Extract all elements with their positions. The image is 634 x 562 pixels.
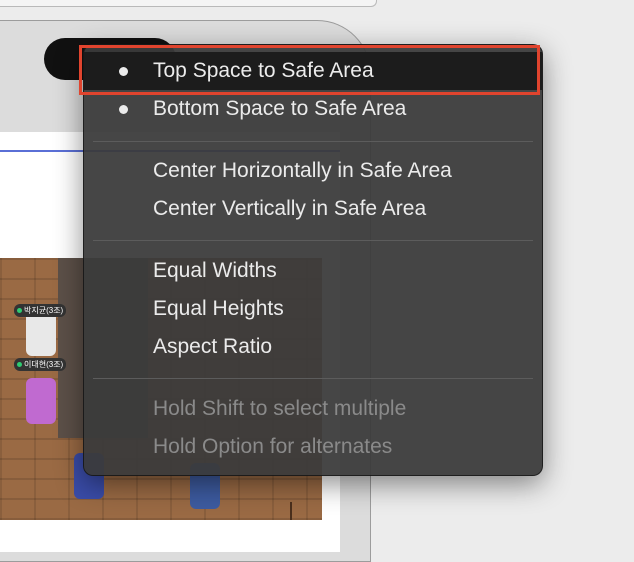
- bullet-icon: [119, 105, 128, 114]
- avatar-name-tag: 박지균(3조): [14, 304, 67, 317]
- menu-separator: [93, 240, 533, 241]
- highlight-annotation-box: [79, 45, 540, 95]
- online-status-icon: [17, 308, 22, 313]
- avatar-character: [26, 378, 56, 424]
- menu-item-equal-heights[interactable]: Equal Heights: [84, 290, 542, 328]
- menu-item-bottom-space-to-safe-area[interactable]: Bottom Space to Safe Area: [84, 90, 542, 128]
- menu-separator: [93, 141, 533, 142]
- scene-divider: [290, 502, 292, 520]
- menu-item-center-horizontally[interactable]: Center Horizontally in Safe Area: [84, 152, 542, 190]
- avatar-name-tag: 이대현(3조): [14, 358, 67, 371]
- online-status-icon: [17, 362, 22, 367]
- constraints-context-menu: Top Space to Safe Area Bottom Space to S…: [83, 44, 543, 476]
- menu-item-aspect-ratio[interactable]: Aspect Ratio: [84, 328, 542, 366]
- menu-hint-hold-shift: Hold Shift to select multiple: [153, 397, 407, 420]
- menu-item-center-vertically[interactable]: Center Vertically in Safe Area: [84, 190, 542, 228]
- menu-hint-hold-option: Hold Option for alternates: [153, 435, 393, 458]
- menu-separator: [93, 378, 533, 379]
- canvas-top-strip: [0, 0, 377, 7]
- menu-item-equal-widths[interactable]: Equal Widths: [84, 252, 542, 290]
